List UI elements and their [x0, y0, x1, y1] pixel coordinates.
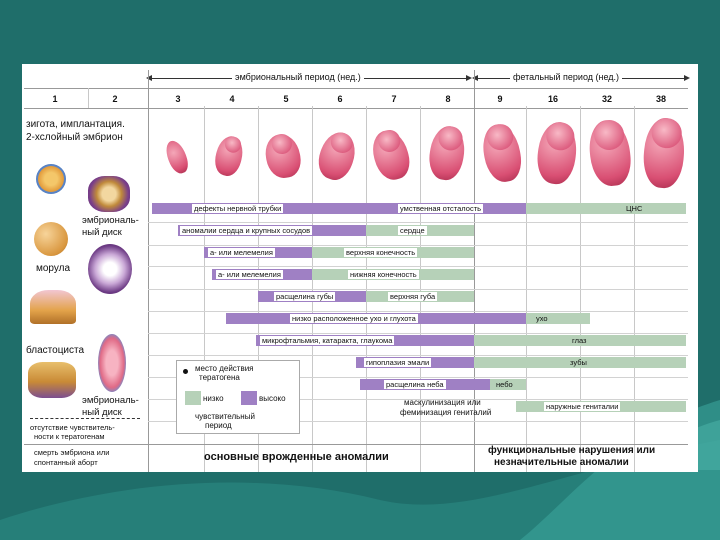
bar-neural-tube: дефекты нервной трубки	[152, 203, 312, 214]
masculinization-label-a: маскулинизация или	[404, 398, 481, 407]
bar-cleft-palate: расщелина неба	[360, 379, 490, 390]
embryonic-period-label: эмбриональный период (нед.)	[232, 72, 364, 82]
bar-eye: глаз	[474, 335, 686, 346]
bar-cleft-lip-label: расщелина губы	[274, 292, 336, 301]
bar-eye-defects-label: микрофтальмия, катаракта, глаукома	[260, 336, 395, 345]
week-16: 16	[547, 94, 558, 104]
blastocyst-image-1	[88, 244, 132, 294]
bar-amelia-lower: а- или мелемелия	[212, 269, 312, 280]
bar-upper-limb-label: верхняя конечность	[344, 248, 418, 257]
footer-minor-a: функциональные нарушения или	[488, 445, 656, 456]
disc-image-1	[88, 176, 130, 212]
week-9: 9	[497, 94, 503, 104]
bar-amelia-upper: а- или мелемелия	[204, 247, 312, 258]
legend-low-label: низко	[203, 394, 224, 403]
week-7: 7	[391, 94, 397, 104]
legend-swatch-low	[185, 391, 201, 405]
bar-ear: ухо	[526, 313, 590, 324]
bar-lower-limb: нижняя конечность	[312, 269, 474, 280]
masculinization-label-b: феминизация гениталий	[400, 408, 492, 417]
death-label-a: смерть эмбриона или	[34, 448, 110, 457]
legend-site-a: место действия	[195, 364, 254, 373]
bar-upper-lip-label: верхняя губа	[388, 292, 438, 301]
bar-low-ears: низко расположенное ухо и глухота	[226, 313, 526, 324]
embryonic-disc-label-1b: ный диск	[82, 227, 122, 238]
footer-main-anomalies: основные врожденные аномалии	[204, 451, 389, 463]
bar-cns: ЦНС	[526, 203, 686, 214]
week-1: 1	[52, 94, 58, 104]
teratogen-site-dot	[183, 369, 188, 374]
legend-swatch-high	[241, 391, 257, 405]
embryonic-disc-label-2a: эмбриональ-	[82, 395, 139, 406]
week-3: 3	[175, 94, 181, 104]
bar-ear-label: ухо	[536, 314, 548, 323]
zygote-label: зигота, имплантация.	[26, 119, 125, 130]
morula-label: морула	[36, 263, 71, 274]
bar-amelia-lower-label: а- или мелемелия	[216, 270, 283, 279]
bar-cleft-lip: расщелина губы	[258, 291, 366, 302]
bar-heart-vessels: аномалии сердца и крупных сосудов	[178, 225, 366, 236]
insensitivity-label-a: отсутствие чувствитель-	[30, 423, 115, 432]
bar-teeth: зубы	[474, 357, 686, 368]
implantation-image	[30, 290, 76, 324]
legend-high-label: высоко	[259, 394, 286, 403]
embryonic-disc-label-2b: ный диск	[82, 407, 122, 418]
bar-teeth-label: зубы	[570, 358, 587, 367]
bar-enamel: гипоплазия эмали	[356, 357, 474, 368]
bar-enamel-label: гипоплазия эмали	[364, 358, 432, 367]
bar-amelia-upper-label: а- или мелемелия	[208, 248, 275, 257]
footer-minor-b: незначительные аномалии	[494, 457, 629, 468]
death-label-b: спонтанный аборт	[34, 458, 98, 467]
week-5: 5	[283, 94, 289, 104]
bar-cns-label: ЦНС	[626, 204, 643, 213]
bar-heart-label: сердце	[398, 226, 427, 235]
bilayer-label: 2-хслойный эмбрион	[26, 132, 123, 143]
zygote-image	[36, 164, 66, 194]
bar-eye-label: глаз	[572, 336, 587, 345]
bar-upper-limb: верхняя конечность	[312, 247, 474, 258]
bar-heart-vessels-label: аномалии сердца и крупных сосудов	[180, 226, 313, 235]
insensitivity-arrow	[30, 418, 140, 419]
legend-sensitive-b: период	[205, 421, 232, 430]
legend-sensitive-a: чувствительный	[195, 412, 255, 421]
week-38: 38	[655, 94, 666, 104]
week-32: 32	[601, 94, 612, 104]
bar-neural-tube-label: дефекты нервной трубки	[192, 204, 284, 213]
week-8: 8	[445, 94, 451, 104]
fetal-period-label: фетальный период (нед.)	[510, 72, 623, 82]
legend-site-b: тератогена	[199, 373, 240, 382]
bar-upper-lip: верхняя губа	[366, 291, 474, 302]
blastocyst-image-2	[28, 362, 76, 398]
embryo-sac-image	[98, 334, 126, 392]
week-6: 6	[337, 94, 343, 104]
morula-image	[34, 222, 68, 256]
week-4: 4	[229, 94, 235, 104]
embryonic-disc-label-1a: эмбриональ-	[82, 215, 139, 226]
bar-low-ears-label: низко расположенное ухо и глухота	[290, 314, 418, 323]
bar-mental: умственная отсталость	[312, 203, 526, 214]
bar-genitals: наружные гениталии	[516, 401, 686, 412]
bar-eye-defects: микрофтальмия, катаракта, глаукома	[256, 335, 474, 346]
bar-heart: сердце	[366, 225, 474, 236]
insensitivity-label-b: ности к тератогенам	[34, 432, 105, 441]
bar-palate-label: небо	[496, 380, 513, 389]
bar-mental-label: умственная отсталость	[398, 204, 484, 213]
week-2: 2	[112, 94, 118, 104]
bar-lower-limb-label: нижняя конечность	[348, 270, 419, 279]
bar-cleft-palate-label: расщелина неба	[384, 380, 446, 389]
blastocyst-label: бластоциста	[26, 345, 85, 356]
bar-palate: небо	[490, 379, 526, 390]
bar-genitals-label: наружные гениталии	[544, 402, 621, 411]
legend-box: место действия тератогена низко высоко ч…	[176, 360, 300, 434]
